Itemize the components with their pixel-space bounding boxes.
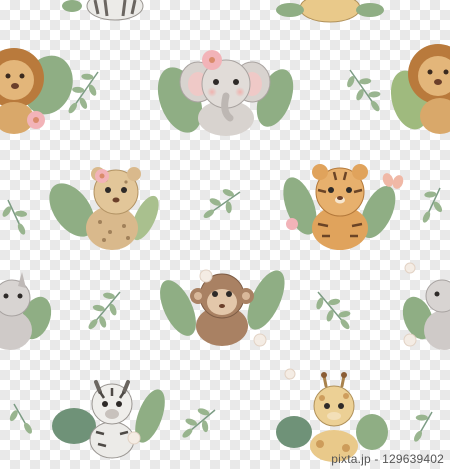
elephant: [157, 50, 294, 136]
safari-pattern-illustration: [0, 0, 450, 462]
leopard: [49, 167, 159, 250]
white-flower: [403, 333, 417, 347]
giraffe-partial-top: [276, 0, 384, 23]
giraffe: [276, 372, 388, 462]
rhino-left-edge: [0, 272, 52, 350]
pink-flower: [286, 218, 298, 230]
white-flower: [127, 431, 141, 445]
tiger: [283, 164, 404, 250]
monkey: [160, 269, 285, 347]
lion-right-edge: [390, 44, 450, 134]
white-flower: [284, 262, 416, 380]
pink-flower: [202, 50, 222, 70]
watermark-text: pixta.jp - 129639402: [331, 452, 444, 466]
lion-left-edge: [0, 48, 73, 134]
zebra-partial-top: [62, 0, 144, 21]
pink-flower: [27, 111, 45, 129]
rhino-right-edge: [402, 279, 450, 350]
pink-flower: [95, 169, 109, 183]
zebra: [52, 380, 165, 459]
